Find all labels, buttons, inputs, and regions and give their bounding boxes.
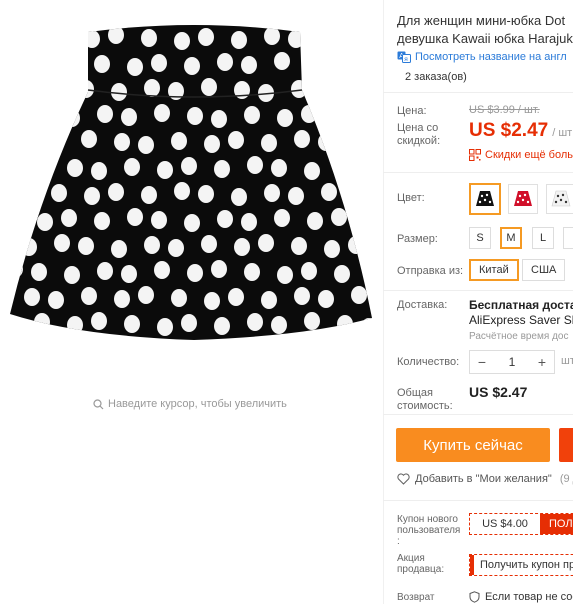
original-price: US $3.99 / шт. [469, 104, 540, 116]
seller-promo-label: Акция продавца: [397, 553, 445, 575]
quantity-unit: шт [561, 355, 573, 367]
discount-price-label: Цена со скидкой: [397, 122, 441, 147]
add-to-wishlist-link[interactable]: Добавить в "Мои желания" (9 до [397, 473, 573, 485]
color-swatch-white[interactable] [546, 184, 573, 214]
delivery-title[interactable]: Бесплатная доставк [469, 298, 573, 312]
size-option-s[interactable]: S [469, 227, 491, 249]
wishlist-count: (9 до [559, 473, 573, 485]
size-option-m[interactable]: M [500, 227, 522, 249]
quantity-increase-button[interactable]: + [530, 354, 554, 370]
returns-info: Если товар не соо [469, 591, 573, 603]
quantity-input[interactable]: 1 [494, 355, 530, 369]
svg-text:я: я [404, 56, 408, 63]
size-label: Размер: [397, 233, 438, 245]
wishlist-text[interactable]: Добавить в "Мои желания" [415, 473, 552, 485]
discount-price: US $2.47/ шт [469, 120, 572, 142]
coupon-value: US $4.00 [482, 518, 528, 530]
zoom-hint-text: Наведите курсор, чтобы увеличить [108, 398, 287, 410]
new-user-coupon[interactable]: US $4.00 ПОЛ [469, 513, 573, 535]
polka-dot-skirt-image [10, 25, 372, 340]
white-skirt-thumb-icon [551, 190, 571, 207]
ship-from-label: Отправка из: [397, 265, 464, 277]
new-user-coupon-label: Купон нового пользователя : [397, 514, 461, 547]
returns-text: Если товар не соо [485, 591, 573, 603]
black-skirt-thumb-icon [476, 191, 494, 206]
delivery-label: Доставка: [397, 299, 448, 311]
quantity-stepper: − 1 + [469, 350, 555, 374]
quantity-decrease-button[interactable]: − [470, 354, 494, 370]
divider [383, 414, 573, 415]
product-details: Для женщин мини-юбка Dot девушка Kawaii … [383, 0, 573, 604]
seller-coupon-button[interactable]: Получить купон пр [469, 554, 573, 576]
translate-link[interactable]: A я Посмотреть название на англ [397, 51, 567, 63]
product-title: Для женщин мини-юбка Dot девушка Kawaii … [397, 12, 573, 48]
divider [383, 500, 573, 501]
orders-count: 2 заказа(ов) [405, 71, 467, 83]
magnifier-icon [93, 398, 104, 409]
color-swatch-red[interactable] [508, 184, 538, 214]
more-discounts-link[interactable]: Скидки ещё боль [469, 149, 573, 161]
discount-price-value: US $2.47 [469, 120, 549, 141]
ship-from-china[interactable]: Китай [469, 259, 519, 281]
shield-icon [469, 591, 480, 603]
translate-link-text[interactable]: Посмотреть название на англ [415, 51, 567, 63]
translate-icon: A я [397, 51, 411, 63]
quantity-label: Количество: [397, 356, 460, 368]
qr-code-icon [469, 149, 481, 161]
color-swatch-black[interactable] [469, 183, 501, 215]
total-price: US $2.47 [469, 384, 528, 400]
product-gallery: Наведите курсор, чтобы увеличить [0, 0, 383, 604]
divider [383, 92, 573, 93]
more-discounts-text[interactable]: Скидки ещё боль [485, 149, 573, 161]
add-to-cart-button[interactable] [559, 428, 573, 462]
price-unit: / шт [552, 127, 573, 139]
heart-icon [397, 473, 410, 485]
get-coupon-button[interactable]: ПОЛ [540, 514, 573, 534]
divider [383, 172, 573, 173]
returns-label: Возврат [397, 592, 435, 603]
size-option-l[interactable]: L [532, 227, 554, 249]
product-title-line2: девушка Kawaii юбка Harajuk [397, 31, 573, 46]
delivery-estimate: Расчётное время дос [469, 331, 569, 342]
color-label: Цвет: [397, 192, 425, 204]
size-option-more[interactable] [563, 227, 573, 249]
product-title-line1: Для женщин мини-юбка Dot [397, 13, 566, 28]
delivery-service[interactable]: AliExpress Saver Ship [469, 313, 573, 327]
red-skirt-thumb-icon [514, 191, 532, 206]
divider [383, 290, 573, 291]
ship-from-usa[interactable]: США [522, 259, 566, 281]
buy-now-button[interactable]: Купить сейчас [396, 428, 550, 462]
total-label: Общая стоимость: [397, 387, 453, 412]
product-image[interactable] [8, 18, 380, 358]
price-label: Цена: [397, 105, 427, 117]
zoom-hint: Наведите курсор, чтобы увеличить [93, 398, 287, 410]
